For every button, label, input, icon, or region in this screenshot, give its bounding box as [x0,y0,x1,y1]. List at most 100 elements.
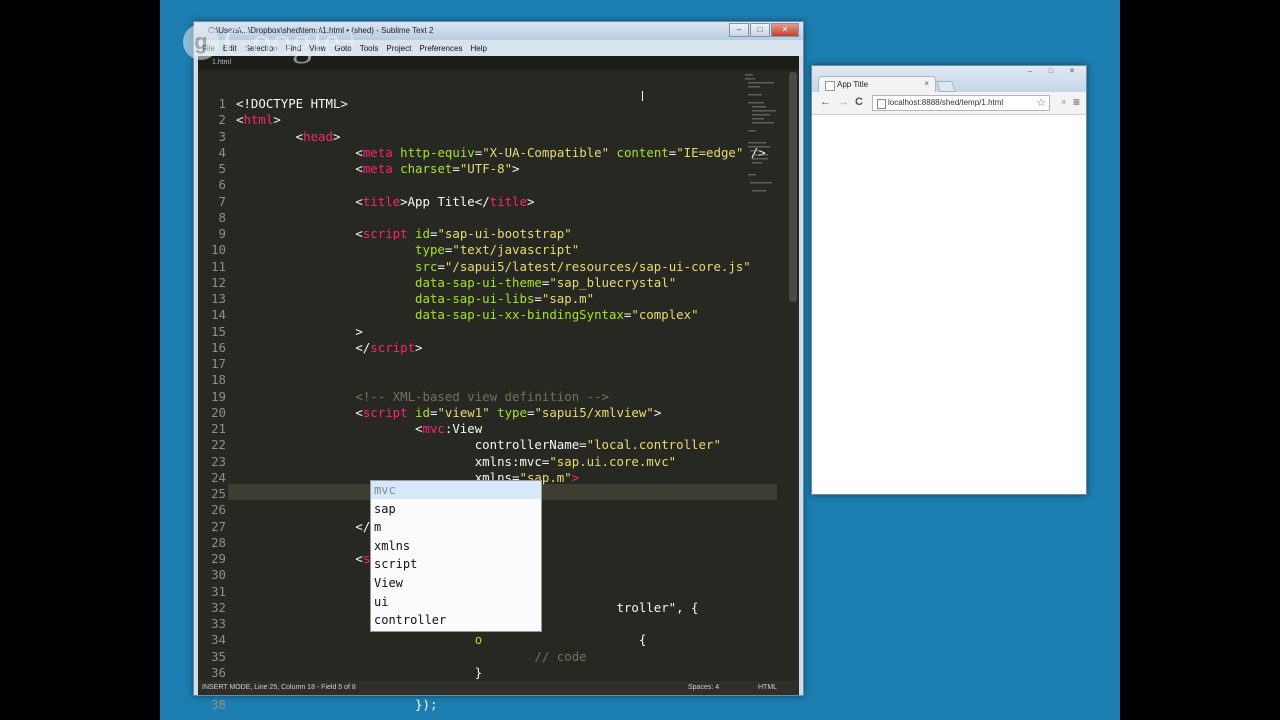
code-token: = [534,291,542,306]
code-line: <meta http-equiv="X-UA-Compatible" conte… [236,145,765,160]
code-token: <!DOCTYPE HTML> [236,96,348,111]
code-line: type="text/javascript" [236,242,579,257]
code-token: </ [236,340,371,355]
code-line: </script> [236,340,422,355]
code-line: src="/sapui5/latest/resources/sap-ui-cor… [236,259,751,274]
code-token: } [236,665,483,680]
autocomplete-item[interactable]: ui [371,593,541,611]
bookmark-star-icon[interactable]: ☆ [1036,96,1046,109]
code-token: < [236,129,304,144]
code-token: > [653,405,662,420]
forward-arrow-icon[interactable]: → [838,96,849,108]
line-number: 36 [211,665,226,680]
maximize-button[interactable]: □ [750,23,770,37]
code-token: type [415,242,445,257]
line-number: 11 [211,259,226,274]
line-number: 26 [211,502,226,517]
browser-close-button[interactable]: ✕ [1062,67,1082,77]
code-token: "UTF-8" [459,161,513,176]
address-bar[interactable]: localhost:8888/shed/temp/1.html ☆ [872,95,1050,111]
autocomplete-item[interactable]: View [371,574,541,592]
extensions-chevron-icon[interactable]: » [1062,97,1066,106]
status-syntax[interactable]: HTML [758,684,777,691]
code-token: "complex" [631,307,699,322]
autocomplete-item[interactable]: mvc [371,481,541,499]
code-line: <head> [236,129,341,144]
code-line: data-sap-ui-libs="sap.m" [236,291,594,306]
code-token: { [482,632,647,647]
browser-window: App Title × – □ ✕ ← → C localhost:8888/s… [811,65,1087,495]
menu-item-preferences[interactable]: Preferences [419,44,462,53]
line-number: 10 [211,242,226,257]
status-spaces[interactable]: Spaces: 4 [688,684,719,691]
code-token: = [437,259,445,274]
line-number: 35 [211,649,226,664]
line-number: 34 [211,632,226,647]
line-number: 17 [211,356,226,371]
status-mode: INSERT MODE, Line 25, Column 18 - Field … [202,684,356,691]
code-token: data-sap-ui-libs [415,291,535,306]
new-tab-button[interactable] [935,81,957,92]
editor-window-controls: – □ ✕ [729,23,799,37]
close-button[interactable]: ✕ [771,23,799,37]
code-token: "local.controller" [586,437,721,452]
line-number: 29 [211,551,226,566]
vertical-scrollbar[interactable] [789,72,797,302]
back-arrow-icon[interactable]: ← [820,96,831,108]
tab-close-icon[interactable]: × [924,79,929,88]
code-token: < [236,145,363,160]
line-number: 9 [218,226,226,241]
menu-item-help[interactable]: Help [470,44,486,53]
minimize-button[interactable]: – [729,23,749,37]
line-number: 7 [218,194,226,209]
code-token: xmlns:mvc= [236,454,550,469]
code-token: < [236,194,363,209]
line-number: 22 [211,437,226,452]
browser-window-controls: – □ ✕ [1020,67,1082,77]
address-url[interactable]: localhost:8888/shed/temp/1.html [888,98,1003,107]
code-token: :View [444,421,483,436]
code-token: data-sap-ui-xx-bindingSyntax [415,307,624,322]
browser-maximize-button[interactable]: □ [1041,67,1061,77]
reload-icon[interactable]: C [855,96,863,108]
line-number: 24 [211,470,226,485]
browser-menu-icon[interactable]: ≡ [1073,95,1080,109]
line-number: 25 [211,486,226,501]
line-number: 33 [211,616,226,631]
code-token: charset [400,161,453,176]
browser-tab[interactable]: App Title × [818,76,936,93]
code-token: "sap_bluecrystal" [549,275,677,290]
line-number: 5 [218,161,226,176]
code-token: > [236,324,363,339]
code-token: "text/javascript" [452,242,580,257]
code-token: mvc [422,421,445,436]
code-token: id [415,405,430,420]
menu-item-project[interactable]: Project [386,44,411,53]
code-token: < [236,421,423,436]
autocomplete-item[interactable]: controller [371,611,541,629]
editor-statusbar: INSERT MODE, Line 25, Column 18 - Field … [198,681,799,695]
code-line: }); [236,697,437,712]
autocomplete-item[interactable]: script [371,555,541,573]
line-number: 2 [218,112,226,127]
browser-minimize-button[interactable]: – [1020,67,1040,77]
autocomplete-item[interactable]: sap [371,500,541,518]
browser-tabstrip: App Title × – □ ✕ [812,66,1086,93]
code-line: <script id="sap-ui-bootstrap" [236,226,571,241]
code-token: < [236,405,363,420]
autocomplete-item[interactable]: m [371,518,541,536]
autocomplete-item[interactable]: xmlns [371,537,541,555]
minimap[interactable] [743,72,777,212]
code-token: script [362,226,408,241]
autocomplete-popup: mvc sap m xmlns script View ui controller [370,480,542,632]
google-plus-watermark: g Google+ [183,18,363,65]
line-number: 1 [218,96,226,111]
code-token: src [415,259,438,274]
code-token: head [303,129,333,144]
code-token: "sap.m" [541,291,595,306]
code-token: < [236,161,363,176]
